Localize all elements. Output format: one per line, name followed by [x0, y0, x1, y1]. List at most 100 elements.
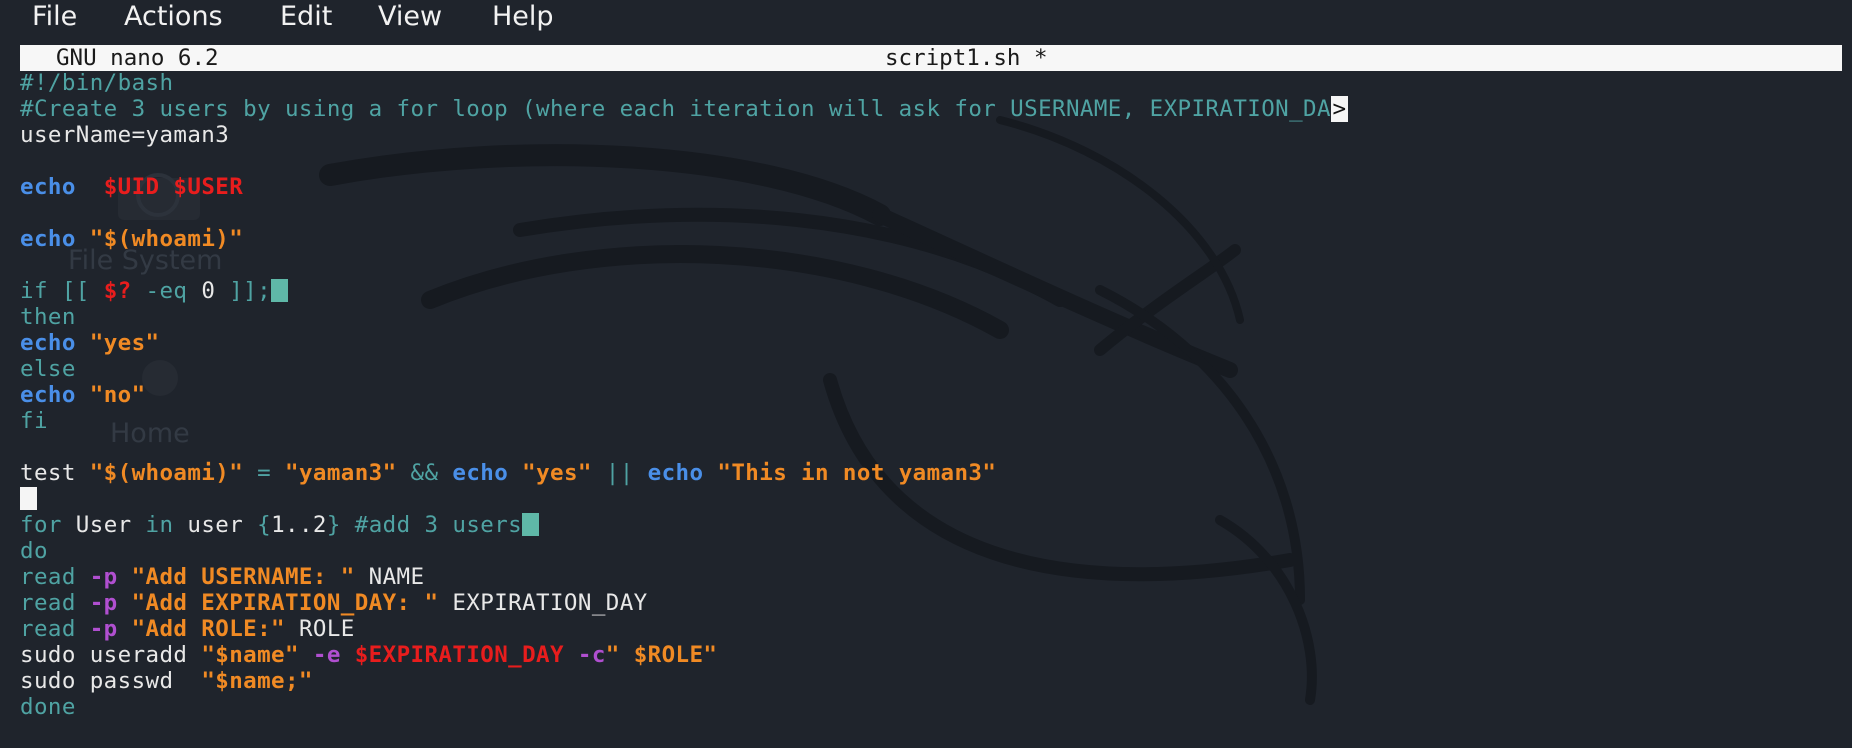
code-token: echo: [20, 226, 76, 252]
code-line: test "$(whoami)" = "yaman3" && echo "yes…: [20, 460, 1348, 486]
code-token: }: [326, 512, 355, 538]
code-token: =: [243, 460, 285, 486]
code-token: -e: [312, 642, 355, 668]
code-line: else: [20, 356, 1348, 382]
code-token: 1..2: [271, 512, 327, 538]
code-line: echo $UID $USER: [20, 174, 1348, 200]
menu-actions[interactable]: Actions: [124, 0, 223, 36]
code-token: else: [20, 356, 76, 382]
code-line: echo "$(whoami)": [20, 226, 1348, 252]
code-token: echo: [452, 460, 509, 486]
code-token: $UID $USER: [103, 174, 244, 200]
code-token: read: [20, 590, 90, 616]
code-line: echo "no": [20, 382, 1348, 408]
code-token: user: [187, 512, 258, 538]
line-continues-indicator: >: [1330, 96, 1348, 122]
code-token: in: [145, 512, 188, 538]
code-token: #Create 3 users by using a for loop (whe…: [20, 96, 1331, 122]
code-token: ]];: [215, 278, 272, 304]
code-token: echo: [647, 460, 704, 486]
code-line: do: [20, 538, 1348, 564]
code-token: "yaman3": [285, 460, 397, 486]
code-token: ROLE: [285, 616, 355, 642]
code-token: echo: [20, 174, 76, 200]
code-token: "This in not yaman3": [717, 460, 997, 486]
code-token: read: [20, 564, 90, 590]
nano-editor-buffer[interactable]: #!/bin/bash #Create 3 users by using a fo…: [20, 70, 1348, 720]
code-line: read -p "Add ROLE:" ROLE: [20, 616, 1348, 642]
code-token: ||: [591, 460, 648, 486]
code-line: sudo useradd "$name" -e $EXPIRATION_DAY …: [20, 642, 1348, 668]
code-line: read -p "Add EXPIRATION_DAY: " EXPIRATIO…: [20, 590, 1348, 616]
code-line: for User in user {1..2} #add 3 users: [20, 512, 1348, 538]
text-cursor: [20, 487, 37, 510]
menu-view[interactable]: View: [378, 0, 442, 36]
code-token: echo: [20, 330, 76, 356]
code-token: test: [20, 460, 90, 486]
code-line: if [[ $? -eq 0 ]];: [20, 278, 1348, 304]
code-token: -eq: [131, 278, 202, 304]
nano-titlebar: GNU nano 6.2 script1.sh *: [20, 45, 1842, 71]
code-line: done: [20, 694, 1348, 720]
terminal-menubar: File Actions Edit View Help: [0, 0, 1852, 36]
code-token: "$name;": [201, 668, 313, 694]
menu-edit[interactable]: Edit: [280, 0, 332, 36]
code-token: NAME: [354, 564, 425, 590]
code-token: for: [20, 512, 76, 538]
code-token: "Add USERNAME: ": [131, 564, 355, 590]
code-token: -p: [89, 564, 132, 590]
code-token: 0: [201, 278, 216, 304]
code-line: read -p "Add USERNAME: " NAME: [20, 564, 1348, 590]
code-token: fi: [20, 408, 48, 434]
code-line: sudo passwd "$name;": [20, 668, 1348, 694]
code-token: done: [20, 694, 76, 720]
code-token: "yes": [89, 330, 160, 356]
code-token: -c: [577, 642, 606, 668]
code-token: #add 3 users: [354, 512, 523, 538]
code-token: userName=yaman3: [20, 122, 230, 148]
code-line: then: [20, 304, 1348, 330]
code-token: sudo useradd: [20, 642, 202, 668]
code-token: "Add ROLE:": [131, 616, 285, 642]
code-token: "no": [89, 382, 146, 408]
menu-file[interactable]: File: [32, 0, 77, 36]
code-token: -p: [89, 590, 132, 616]
code-line: userName=yaman3: [20, 122, 1348, 148]
code-line: #Create 3 users by using a for loop (whe…: [20, 96, 1348, 122]
code-token: "yes": [522, 460, 592, 486]
code-token: echo: [20, 382, 76, 408]
trailing-whitespace-mark: [271, 279, 289, 302]
code-line: echo "yes": [20, 330, 1348, 356]
code-token: {: [257, 512, 272, 538]
code-token: sudo passwd: [20, 668, 202, 694]
code-token: &&: [396, 460, 453, 486]
code-token: "Add EXPIRATION_DAY: ": [131, 590, 439, 616]
code-line: fi: [20, 408, 1348, 434]
nano-filename: script1.sh *: [885, 45, 1048, 71]
trailing-whitespace-mark: [522, 513, 540, 536]
code-token: do: [20, 538, 48, 564]
code-token: User: [75, 512, 146, 538]
code-token: "$(whoami)": [89, 226, 244, 252]
code-token: #!/bin/bash: [20, 70, 174, 96]
code-line: #!/bin/bash: [20, 70, 1348, 96]
code-token: read: [20, 616, 90, 642]
code-token: EXPIRATION_DAY: [438, 590, 648, 616]
code-token: "$name": [201, 642, 299, 668]
menu-help[interactable]: Help: [492, 0, 554, 36]
code-line: [20, 486, 1348, 512]
code-token: then: [20, 304, 76, 330]
code-token: if [[: [20, 278, 104, 304]
